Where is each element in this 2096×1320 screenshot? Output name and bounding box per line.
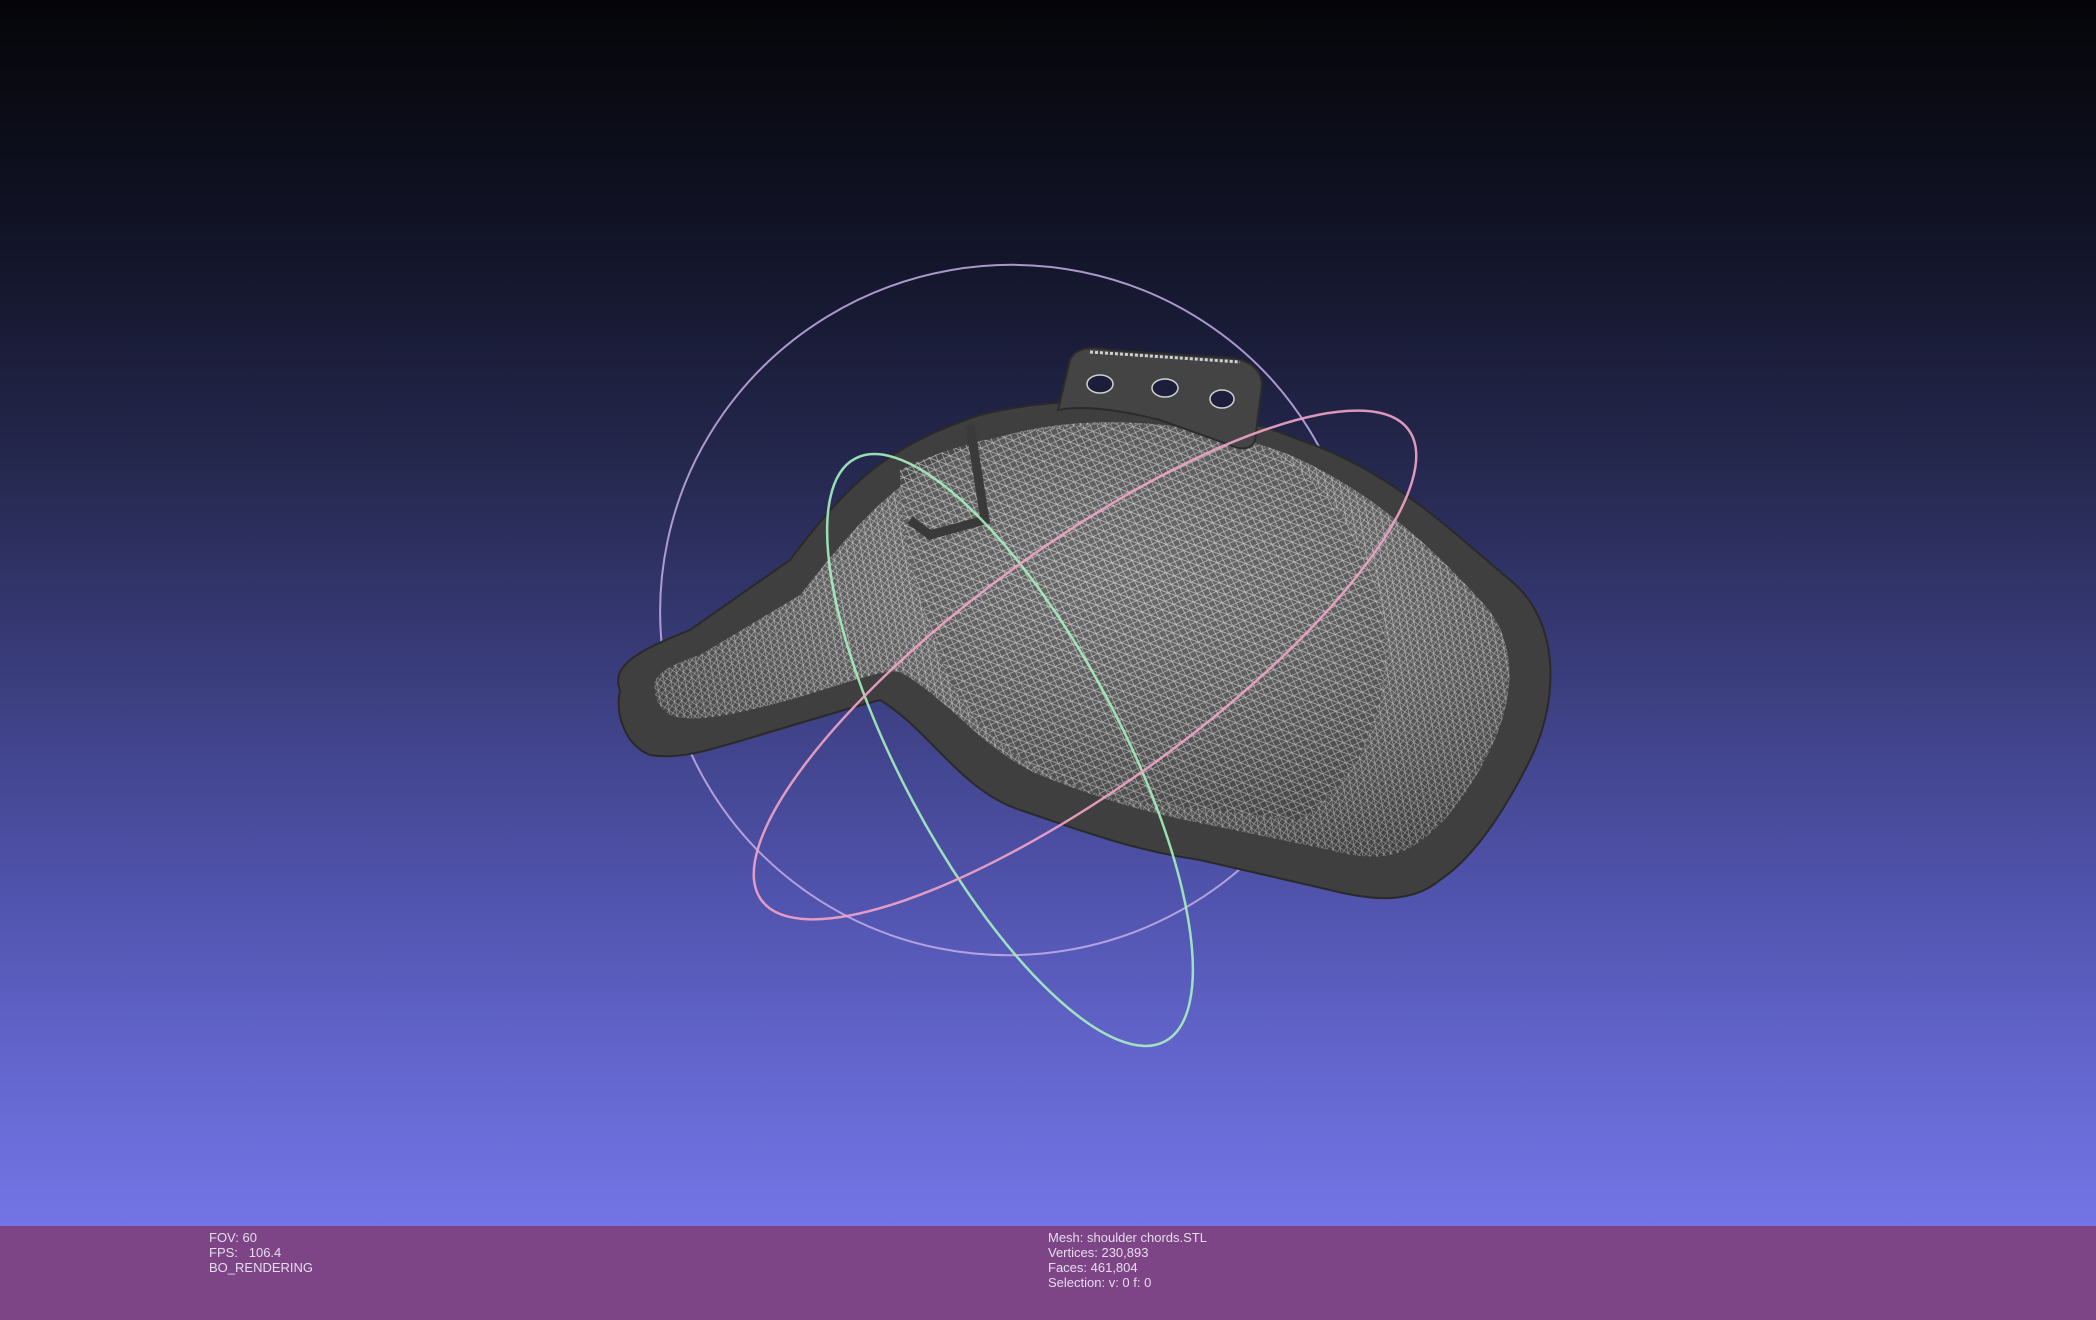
fps-readout: FPS: 106.4 xyxy=(209,1245,282,1260)
status-info-bar: FOV: 60 FPS: 106.4 BO_RENDERING Mesh: sh… xyxy=(0,1226,2096,1320)
vertices-readout: Vertices: 230,893 xyxy=(1048,1245,1149,1260)
render-mode-readout: BO_RENDERING xyxy=(209,1260,314,1275)
mesh-info-panel: Mesh: shoulder chords.STL Vertices: 230,… xyxy=(1048,1230,1207,1290)
render-stats-panel: FOV: 60 FPS: 106.4 BO_RENDERING xyxy=(209,1230,313,1275)
scene-canvas[interactable] xyxy=(0,0,2096,1226)
faces-readout: Faces: 461,804 xyxy=(1048,1260,1138,1275)
mesh-name-readout: Mesh: shoulder chords.STL xyxy=(1048,1230,1207,1245)
3d-viewport[interactable] xyxy=(0,0,2096,1226)
selection-readout: Selection: v: 0 f: 0 xyxy=(1048,1275,1152,1290)
fov-readout: FOV: 60 xyxy=(209,1230,257,1245)
